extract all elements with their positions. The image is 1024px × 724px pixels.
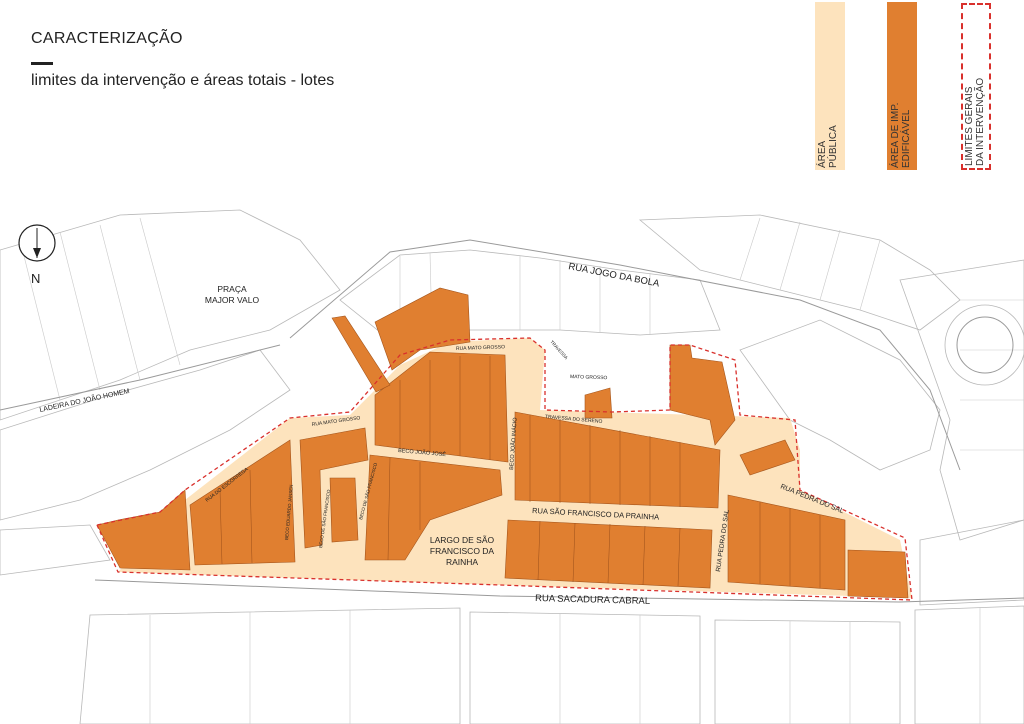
street-ladeira: LADEIRA DO JOÃO HOMEM [39, 386, 131, 414]
largo-label-2: FRANCISCO DA [430, 546, 495, 556]
compass-label: N [31, 271, 40, 286]
largo-label-3: RAINHA [446, 557, 478, 567]
roundabout [956, 316, 1014, 374]
north-arrow: N [18, 224, 56, 286]
street-sacadura: RUA SACADURA CABRAL [535, 593, 650, 607]
road-ladeira-joao-homem [0, 344, 281, 411]
street-mato-grosso-3: MATO GROSSO [570, 374, 608, 381]
praca-label-2: MAJOR VALO [205, 295, 260, 305]
street-travessa-small: TRAVESSA [549, 339, 569, 360]
urban-map: N PRAÇA MAJOR VALO LARGO DE SÃO FRANCISC… [0, 209, 1024, 724]
praca-label-1: PRAÇA [217, 284, 247, 294]
largo-label-1: LARGO DE SÃO [430, 535, 495, 545]
street-jogo-da-bola: RUA JOGO DA BOLA [567, 261, 660, 290]
